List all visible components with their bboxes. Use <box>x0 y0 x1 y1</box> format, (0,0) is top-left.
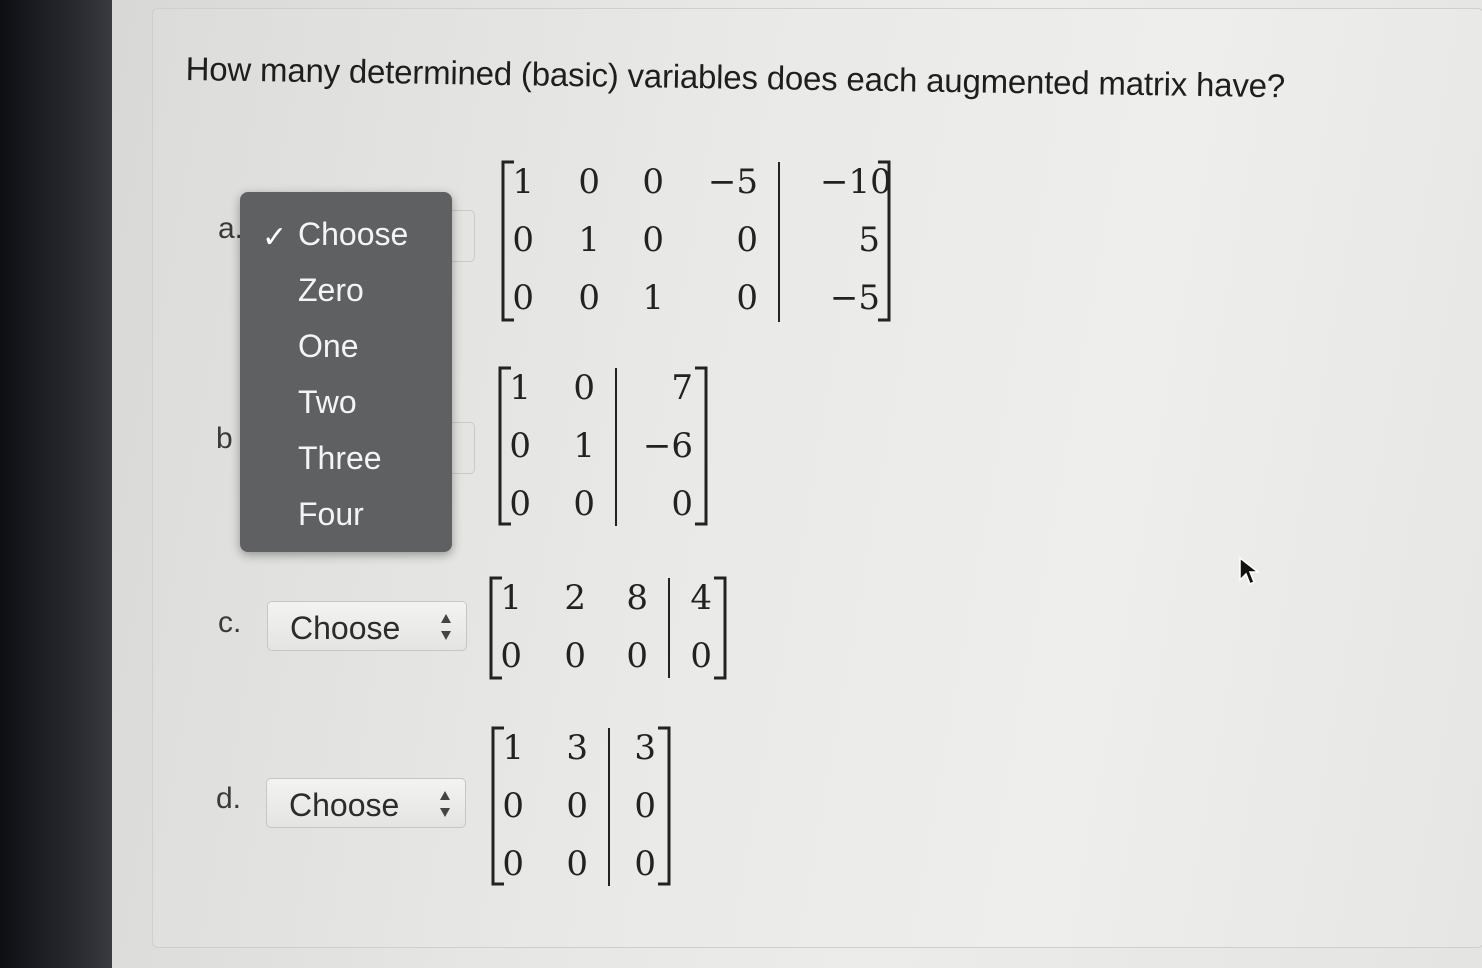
matrix-cell: 1 <box>578 220 600 260</box>
item-c-label: c. <box>218 606 242 639</box>
item-b-label: b <box>216 422 233 455</box>
matrix-cell: 0 <box>502 844 524 884</box>
matrix-cell: 1 <box>573 426 595 466</box>
matrix-rhs-cell: −6 <box>642 426 693 466</box>
matrix-cell: 0 <box>578 162 600 202</box>
matrix-rhs-cell: 5 <box>858 220 880 260</box>
matrix-cell: −5 <box>707 162 758 202</box>
matrix-cell: 1 <box>502 728 524 768</box>
matrix-cell: 1 <box>642 278 664 318</box>
matrix-cell: 0 <box>500 636 522 676</box>
matrix-cell: 3 <box>566 728 588 768</box>
matrix-cell: 0 <box>736 220 758 260</box>
matrix-cell: 0 <box>502 786 524 826</box>
matrix-cell: 1 <box>509 368 531 408</box>
matrix-cell: 1 <box>512 162 534 202</box>
matrix-rhs-cell: 3 <box>634 728 656 768</box>
matrix-cell: 0 <box>564 636 586 676</box>
item-c-select-value: Choose <box>290 610 401 646</box>
matrix-rhs-cell: 0 <box>634 844 656 884</box>
matrix-rhs-cell: −5 <box>829 278 880 318</box>
device-bezel <box>0 0 112 968</box>
matrix-cell: 1 <box>500 578 522 618</box>
updown-arrows-icon <box>440 612 452 642</box>
matrix-cell: 0 <box>573 368 595 408</box>
matrix-cell: 0 <box>626 636 648 676</box>
matrix-b: 1 0 0 1 0 0 7 −6 0 <box>497 366 717 528</box>
matrix-cell: 0 <box>512 220 534 260</box>
right-bracket-icon <box>695 366 708 526</box>
item-a-select-edge[interactable] <box>452 210 475 262</box>
matrix-d: 1 3 0 0 0 0 3 0 0 <box>490 726 690 888</box>
matrix-rhs-cell: 0 <box>634 786 656 826</box>
item-d-label: d. <box>216 782 242 815</box>
augment-divider <box>778 162 780 322</box>
matrix-cell: 2 <box>564 578 586 618</box>
item-d-select[interactable]: Choose <box>266 778 466 828</box>
matrix-rhs-cell: 0 <box>690 636 712 676</box>
right-bracket-icon <box>714 576 727 680</box>
matrix-cell: 0 <box>578 278 600 318</box>
dropdown-option-four[interactable]: Four <box>298 496 364 533</box>
dropdown-option-two[interactable]: Two <box>298 384 357 421</box>
dropdown-option-one[interactable]: One <box>298 328 358 365</box>
matrix-rhs-cell: 0 <box>671 484 693 524</box>
item-d-select-value: Choose <box>289 787 400 823</box>
matrix-cell: 8 <box>626 578 648 618</box>
dropdown-option-three[interactable]: Three <box>298 440 382 477</box>
mouse-cursor-icon <box>1239 556 1260 586</box>
matrix-c: 1 2 8 0 0 0 4 0 <box>488 576 738 686</box>
matrix-cell: 0 <box>642 162 664 202</box>
updown-arrows-icon <box>439 789 451 819</box>
right-bracket-icon <box>658 726 671 886</box>
matrix-rhs-cell: 7 <box>671 368 693 408</box>
dropdown-menu: ✓ Choose Zero One Two Three Four <box>240 192 452 552</box>
matrix-cell: 0 <box>566 786 588 826</box>
matrix-rhs-cell: 4 <box>690 578 712 618</box>
matrix-a: 1 0 0 −5 0 1 0 0 0 0 1 0 −10 5 −5 <box>500 160 900 330</box>
matrix-cell: 0 <box>509 484 531 524</box>
matrix-cell: 0 <box>736 278 758 318</box>
matrix-rhs-cell: −10 <box>820 162 892 202</box>
matrix-cell: 0 <box>573 484 595 524</box>
matrix-cell: 0 <box>512 278 534 318</box>
dropdown-option-zero[interactable]: Zero <box>298 272 364 309</box>
matrix-cell: 0 <box>566 844 588 884</box>
right-bracket-icon <box>878 160 891 322</box>
augment-divider <box>615 368 617 526</box>
matrix-cell: 0 <box>509 426 531 466</box>
matrix-cell: 0 <box>642 220 664 260</box>
checkmark-icon: ✓ <box>262 221 288 254</box>
dropdown-option-choose[interactable]: Choose <box>298 216 408 253</box>
item-c-select[interactable]: Choose <box>267 601 467 651</box>
